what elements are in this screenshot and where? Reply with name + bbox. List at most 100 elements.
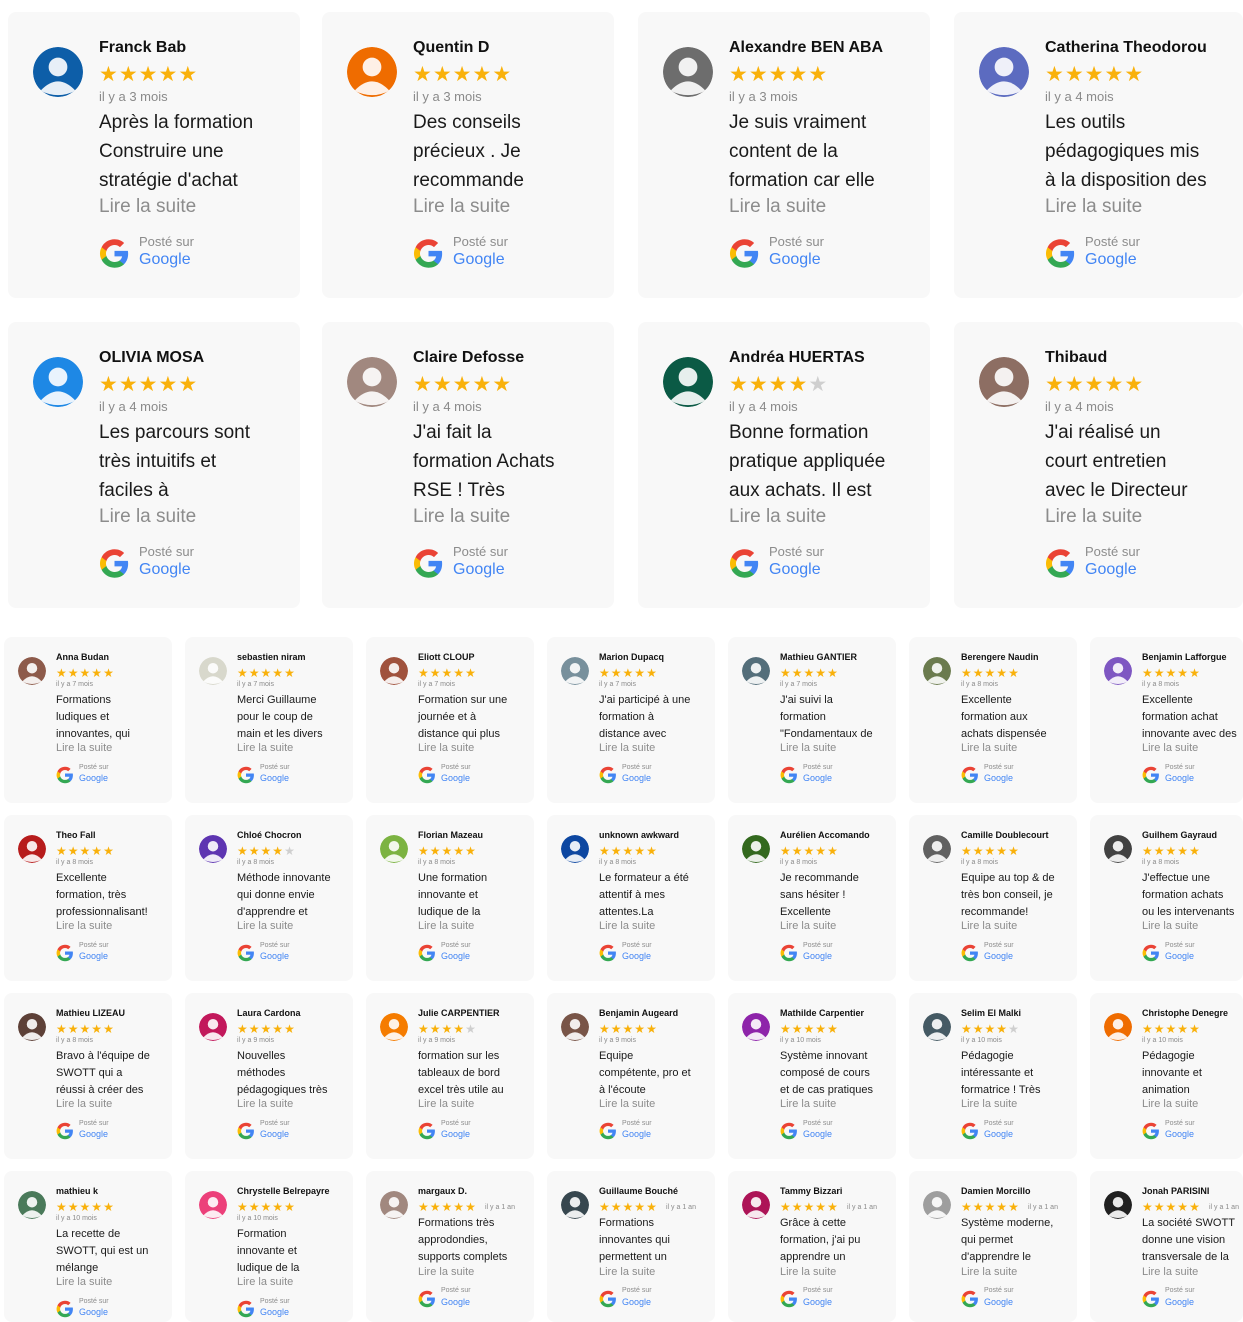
read-more-link[interactable]: Lire la suite [961, 1266, 1017, 1278]
google-link[interactable]: Google [984, 951, 1013, 961]
reviewer-name[interactable]: sebastien niram [237, 652, 306, 662]
google-link[interactable]: Google [260, 951, 289, 961]
read-more-link[interactable]: Lire la suite [1142, 1266, 1198, 1278]
read-more-link[interactable]: Lire la suite [56, 742, 112, 754]
google-link[interactable]: Google [803, 951, 832, 961]
google-link[interactable]: Google [441, 1297, 470, 1307]
read-more-link[interactable]: Lire la suite [780, 742, 836, 754]
google-link[interactable]: Google [769, 251, 821, 269]
reviewer-name[interactable]: Anna Budan [56, 652, 109, 662]
read-more-link[interactable]: Lire la suite [780, 920, 836, 932]
reviewer-name[interactable]: Benjamin Augeard [599, 1008, 678, 1018]
read-more-link[interactable]: Lire la suite [99, 196, 196, 218]
read-more-link[interactable]: Lire la suite [1045, 506, 1142, 528]
read-more-link[interactable]: Lire la suite [599, 920, 655, 932]
google-link[interactable]: Google [622, 1129, 651, 1139]
read-more-link[interactable]: Lire la suite [237, 1276, 293, 1288]
read-more-link[interactable]: Lire la suite [1142, 920, 1198, 932]
reviewer-name[interactable]: mathieu k [56, 1186, 98, 1196]
reviewer-name[interactable]: Aurélien Accomando [780, 830, 870, 840]
google-link[interactable]: Google [622, 1297, 651, 1307]
read-more-link[interactable]: Lire la suite [237, 1098, 293, 1110]
google-link[interactable]: Google [260, 773, 289, 783]
reviewer-name[interactable]: Franck Bab [99, 39, 186, 57]
reviewer-name[interactable]: Andréa HUERTAS [729, 349, 865, 367]
read-more-link[interactable]: Lire la suite [1142, 1098, 1198, 1110]
google-link[interactable]: Google [453, 251, 505, 269]
google-link[interactable]: Google [79, 1307, 108, 1317]
reviewer-name[interactable]: Chrystelle Belrepayre [237, 1186, 330, 1196]
google-link[interactable]: Google [769, 561, 821, 579]
read-more-link[interactable]: Lire la suite [1045, 196, 1142, 218]
read-more-link[interactable]: Lire la suite [780, 1098, 836, 1110]
reviewer-name[interactable]: Damien Morcillo [961, 1186, 1031, 1196]
reviewer-name[interactable]: Selim El Malki [961, 1008, 1021, 1018]
read-more-link[interactable]: Lire la suite [599, 1098, 655, 1110]
google-link[interactable]: Google [803, 773, 832, 783]
reviewer-name[interactable]: Claire Defosse [413, 349, 524, 367]
reviewer-name[interactable]: Thibaud [1045, 349, 1107, 367]
read-more-link[interactable]: Lire la suite [237, 742, 293, 754]
google-link[interactable]: Google [984, 1297, 1013, 1307]
google-link[interactable]: Google [1165, 1129, 1194, 1139]
google-link[interactable]: Google [441, 1129, 470, 1139]
reviewer-name[interactable]: Mathieu GANTIER [780, 652, 857, 662]
reviewer-name[interactable]: Chloé Chocron [237, 830, 302, 840]
google-link[interactable]: Google [139, 561, 191, 579]
read-more-link[interactable]: Lire la suite [599, 742, 655, 754]
reviewer-name[interactable]: Mathilde Carpentier [780, 1008, 864, 1018]
read-more-link[interactable]: Lire la suite [599, 1266, 655, 1278]
reviewer-name[interactable]: Marion Dupacq [599, 652, 664, 662]
read-more-link[interactable]: Lire la suite [56, 1276, 112, 1288]
reviewer-name[interactable]: Julie CARPENTIER [418, 1008, 500, 1018]
reviewer-name[interactable]: Alexandre BEN ABA [729, 39, 883, 57]
read-more-link[interactable]: Lire la suite [418, 1266, 474, 1278]
read-more-link[interactable]: Lire la suite [418, 742, 474, 754]
google-link[interactable]: Google [1165, 773, 1194, 783]
reviewer-name[interactable]: Florian Mazeau [418, 830, 483, 840]
reviewer-name[interactable]: Guillaume Bouché [599, 1186, 678, 1196]
google-link[interactable]: Google [1165, 951, 1194, 961]
read-more-link[interactable]: Lire la suite [780, 1266, 836, 1278]
google-link[interactable]: Google [139, 251, 191, 269]
reviewer-name[interactable]: Quentin D [413, 39, 489, 57]
reviewer-name[interactable]: Eliott CLOUP [418, 652, 475, 662]
read-more-link[interactable]: Lire la suite [729, 196, 826, 218]
reviewer-name[interactable]: Guilhem Gayraud [1142, 830, 1217, 840]
reviewer-name[interactable]: Tammy Bizzari [780, 1186, 842, 1196]
reviewer-name[interactable]: Berengere Naudin [961, 652, 1039, 662]
google-link[interactable]: Google [260, 1129, 289, 1139]
reviewer-name[interactable]: OLIVIA MOSA [99, 349, 204, 367]
google-link[interactable]: Google [79, 773, 108, 783]
read-more-link[interactable]: Lire la suite [413, 506, 510, 528]
google-link[interactable]: Google [984, 773, 1013, 783]
google-link[interactable]: Google [803, 1129, 832, 1139]
read-more-link[interactable]: Lire la suite [56, 1098, 112, 1110]
reviewer-name[interactable]: Benjamin Lafforgue [1142, 652, 1227, 662]
read-more-link[interactable]: Lire la suite [729, 506, 826, 528]
google-link[interactable]: Google [1085, 561, 1137, 579]
read-more-link[interactable]: Lire la suite [961, 920, 1017, 932]
google-link[interactable]: Google [441, 951, 470, 961]
reviewer-name[interactable]: Theo Fall [56, 830, 96, 840]
google-link[interactable]: Google [441, 773, 470, 783]
read-more-link[interactable]: Lire la suite [961, 742, 1017, 754]
read-more-link[interactable]: Lire la suite [961, 1098, 1017, 1110]
google-link[interactable]: Google [1165, 1297, 1194, 1307]
google-link[interactable]: Google [1085, 251, 1137, 269]
google-link[interactable]: Google [803, 1297, 832, 1307]
reviewer-name[interactable]: Jonah PARISINI [1142, 1186, 1209, 1196]
reviewer-name[interactable]: Laura Cardona [237, 1008, 301, 1018]
google-link[interactable]: Google [622, 951, 651, 961]
reviewer-name[interactable]: Christophe Denegre [1142, 1008, 1228, 1018]
google-link[interactable]: Google [260, 1307, 289, 1317]
reviewer-name[interactable]: Camille Doublecourt [961, 830, 1049, 840]
read-more-link[interactable]: Lire la suite [1142, 742, 1198, 754]
read-more-link[interactable]: Lire la suite [418, 1098, 474, 1110]
reviewer-name[interactable]: unknown awkward [599, 830, 679, 840]
read-more-link[interactable]: Lire la suite [418, 920, 474, 932]
read-more-link[interactable]: Lire la suite [56, 920, 112, 932]
read-more-link[interactable]: Lire la suite [413, 196, 510, 218]
reviewer-name[interactable]: Mathieu LIZEAU [56, 1008, 125, 1018]
google-link[interactable]: Google [453, 561, 505, 579]
